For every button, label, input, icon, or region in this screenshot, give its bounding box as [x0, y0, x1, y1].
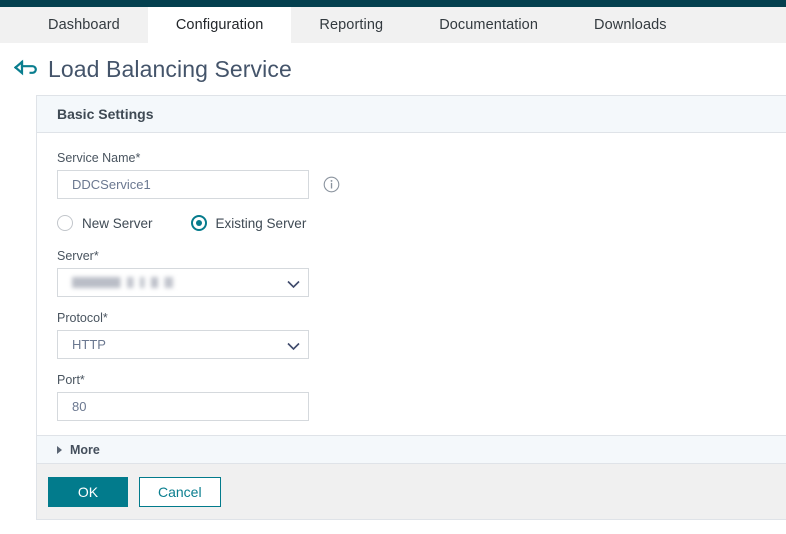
basic-settings-card: Basic Settings Service Name* New Server [36, 95, 786, 520]
port-label: Port* [57, 373, 766, 387]
radio-existing-server[interactable]: Existing Server [191, 215, 307, 231]
radio-existing-server-label: Existing Server [216, 216, 307, 231]
ok-button[interactable]: OK [48, 477, 128, 507]
cancel-button[interactable]: Cancel [139, 477, 221, 507]
port-input[interactable] [57, 392, 309, 421]
card-footer: OK Cancel [37, 464, 786, 519]
radio-new-server-label: New Server [82, 216, 153, 231]
top-accent-bar [0, 0, 786, 7]
field-service-name: Service Name* [57, 151, 766, 199]
section-title: Basic Settings [57, 106, 153, 122]
service-name-label: Service Name* [57, 151, 766, 165]
card-header: Basic Settings [37, 96, 786, 133]
server-label: Server* [57, 249, 766, 263]
back-arrow-icon[interactable] [12, 56, 38, 82]
more-expander[interactable]: More [37, 435, 786, 464]
info-circle-icon[interactable] [323, 176, 340, 193]
radio-new-server[interactable]: New Server [57, 215, 153, 231]
field-server: Server* [57, 249, 766, 297]
service-name-input[interactable] [57, 170, 309, 199]
radio-new-server-dot[interactable] [57, 215, 73, 231]
server-mode-radio-group: New Server Existing Server [57, 215, 766, 231]
page-title: Load Balancing Service [48, 56, 292, 83]
tab-configuration[interactable]: Configuration [148, 7, 292, 43]
protocol-select[interactable]: HTTP [57, 330, 309, 359]
tab-downloads[interactable]: Downloads [566, 7, 695, 43]
server-select[interactable] [57, 268, 309, 297]
tab-documentation[interactable]: Documentation [411, 7, 566, 43]
main-tab-bar: Dashboard Configuration Reporting Docume… [0, 7, 786, 43]
more-label: More [70, 443, 100, 457]
server-select-box[interactable] [57, 268, 309, 297]
server-value-redacted [72, 277, 182, 288]
protocol-select-box[interactable]: HTTP [57, 330, 309, 359]
card-body: Service Name* New Server Existin [37, 133, 786, 435]
field-protocol: Protocol* HTTP [57, 311, 766, 359]
tab-reporting[interactable]: Reporting [291, 7, 411, 43]
page-header: Load Balancing Service [0, 43, 786, 95]
caret-right-icon [57, 446, 62, 454]
tab-dashboard[interactable]: Dashboard [0, 7, 148, 43]
radio-existing-server-dot[interactable] [191, 215, 207, 231]
protocol-label: Protocol* [57, 311, 766, 325]
field-port: Port* [57, 373, 766, 421]
